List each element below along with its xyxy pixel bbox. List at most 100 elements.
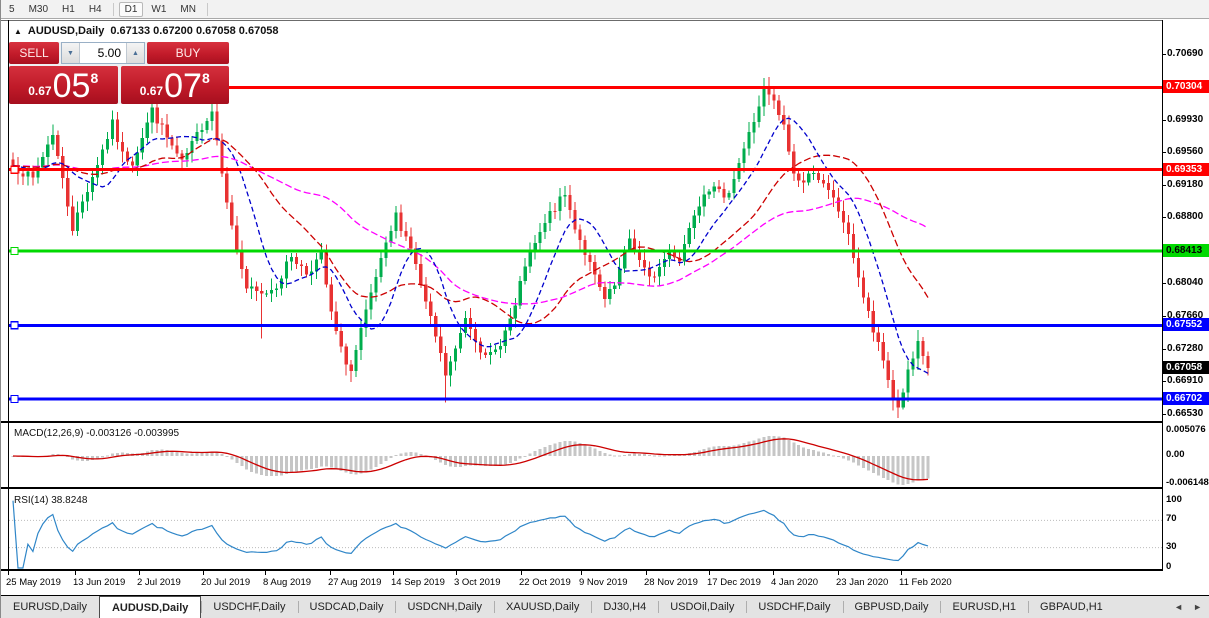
date-axis-label: 9 Nov 2019	[579, 577, 628, 588]
date-axis-label: 2 Jul 2019	[137, 577, 181, 588]
date-axis-label: 23 Jan 2020	[836, 577, 889, 588]
chart-symbol-label: AUDUSD,Daily	[27, 25, 105, 37]
date-tick	[265, 571, 266, 575]
axis-tick	[1162, 54, 1166, 55]
chart-tab-usdcad-daily[interactable]: USDCAD,Daily	[297, 596, 396, 618]
date-axis[interactable]: 25 May 2019 13 Jun 2019 2 Jul 2019 20 Ju…	[1, 571, 1162, 595]
date-tick	[838, 571, 839, 575]
chart-tab-eurusd-h1[interactable]: EURUSD,H1	[940, 596, 1028, 618]
date-axis-label: 28 Nov 2019	[644, 577, 698, 588]
volume-spinner: ▼ 5.00 ▲	[61, 42, 145, 64]
price-axis-label: 0.66910	[1167, 375, 1204, 386]
date-tick	[393, 571, 394, 575]
chart-tab-usdchf-daily[interactable]: USDCHF,Daily	[746, 596, 842, 618]
date-tick	[646, 571, 647, 575]
axis-tick	[1162, 349, 1166, 350]
chart-tab-gbpaud-h1[interactable]: GBPAUD,H1	[1028, 596, 1115, 618]
axis-tick	[1162, 185, 1166, 186]
trading-terminal-window: 5 M30 H1 H4 D1 W1 MN ▲ AUDUSD,Daily 0.67133 0.…	[0, 0, 1209, 618]
collapse-triangle-icon[interactable]: ▲	[14, 27, 22, 36]
line-handle[interactable]	[10, 321, 19, 330]
price-axis-label: 0.68800	[1167, 211, 1204, 222]
toolbar-separator	[206, 2, 208, 16]
price-axis[interactable]: 0.70690 0.69930 0.69560 0.69180 0.68800 …	[1162, 20, 1209, 571]
tab-navigation: ◄ ►	[1166, 596, 1209, 618]
price-axis-label: 0.69560	[1167, 146, 1204, 157]
chart-tab-eurusd-daily[interactable]: EURUSD,Daily	[1, 596, 99, 618]
axis-tick	[1162, 283, 1166, 284]
timeframe-button-w1[interactable]: W1	[145, 2, 172, 17]
chart-tab-usdchf-daily[interactable]: USDCHF,Daily	[201, 596, 297, 618]
support-line-price-label: 0.66702	[1163, 392, 1209, 405]
price-axis-label: 0.70690	[1167, 48, 1204, 59]
one-click-trading-panel: SELL ▼ 5.00 ▲ BUY 0.67 05 8 0.67 07 8	[9, 42, 229, 104]
chart-tab-usdoil-daily[interactable]: USDOil,Daily	[658, 596, 746, 618]
chart-tab-usdcnh-daily[interactable]: USDCNH,Daily	[395, 596, 494, 618]
macd-indicator-panel[interactable]	[9, 425, 1162, 487]
indicator-axis-label: 0.00	[1166, 449, 1185, 460]
chart-tab-gbpusd-daily[interactable]: GBPUSD,Daily	[842, 596, 941, 618]
date-tick	[581, 571, 582, 575]
date-axis-label: 25 May 2019	[6, 577, 61, 588]
line-handle[interactable]	[10, 246, 19, 256]
support-line-price-label: 0.67552	[1163, 318, 1209, 331]
line-handle[interactable]	[10, 165, 19, 174]
rsi-label: RSI(14) 38.8248	[14, 495, 88, 506]
date-axis-label: 20 Jul 2019	[201, 577, 251, 588]
timeframe-button-d1[interactable]: D1	[118, 1, 144, 17]
rsi-indicator-panel[interactable]	[9, 489, 1162, 569]
indicator-axis-label: 0.005076	[1166, 424, 1206, 435]
axis-tick	[1162, 217, 1166, 218]
volume-increase-icon[interactable]: ▲	[126, 43, 144, 63]
date-tick	[773, 571, 774, 575]
date-axis-label: 3 Oct 2019	[454, 577, 501, 588]
buy-button[interactable]: BUY	[147, 42, 229, 64]
volume-decrease-icon[interactable]: ▼	[62, 43, 80, 63]
chart-tab-xauusd-daily[interactable]: XAUUSD,Daily	[494, 596, 591, 618]
indicator-axis-label: -0.006148	[1166, 477, 1209, 488]
bid-price-button[interactable]: 0.67 05 8	[9, 66, 118, 104]
date-tick	[203, 571, 204, 575]
support-line-price-label: 0.68413	[1163, 244, 1209, 257]
moving-average-24[interactable]	[12, 137, 929, 325]
date-tick	[330, 571, 331, 575]
price-axis-label: 0.67280	[1167, 343, 1204, 354]
date-axis-label: 4 Jan 2020	[771, 577, 819, 588]
ask-price-prefix: 0.67	[139, 84, 164, 98]
axis-tick	[1162, 152, 1166, 153]
date-axis-label: 14 Sep 2019	[391, 577, 445, 588]
main-panel-divider[interactable]	[1, 421, 1163, 423]
bid-price-big-digits: 05	[52, 67, 91, 105]
axis-tick	[1162, 414, 1166, 415]
chart-ohlc-values: 0.67133 0.67200 0.67058 0.67058	[110, 25, 279, 37]
timeframe-button-h1[interactable]: H1	[56, 2, 81, 17]
date-tick	[901, 571, 902, 575]
date-axis-label: 27 Aug 2019	[328, 577, 382, 588]
rsi-line	[12, 500, 929, 569]
ask-price-button[interactable]: 0.67 07 8	[120, 66, 229, 104]
price-axis-label: 0.66530	[1167, 408, 1204, 419]
chart-tab-dj30-h4[interactable]: DJ30,H4	[591, 596, 658, 618]
timeframe-button-h4[interactable]: H4	[83, 2, 108, 17]
price-axis-label: 0.69180	[1167, 179, 1204, 190]
toolbar-separator	[112, 2, 114, 16]
line-handle[interactable]	[10, 394, 19, 404]
date-tick	[456, 571, 457, 575]
timeframe-button-mn[interactable]: MN	[174, 2, 202, 17]
timeframe-button-5[interactable]: 5	[3, 2, 21, 17]
date-axis-label: 13 Jun 2019	[73, 577, 126, 588]
moving-average-48[interactable]	[12, 155, 929, 305]
tab-scroll-right-icon[interactable]: ►	[1193, 602, 1202, 612]
date-axis-label: 17 Dec 2019	[707, 577, 761, 588]
date-axis-label: 11 Feb 2020	[899, 577, 952, 588]
tab-scroll-left-icon[interactable]: ◄	[1174, 602, 1183, 612]
bid-price-pipette: 8	[90, 70, 99, 86]
timeframe-toolbar: 5 M30 H1 H4 D1 W1 MN	[1, 0, 1209, 19]
price-axis-label: 0.68040	[1167, 277, 1204, 288]
date-tick	[709, 571, 710, 575]
volume-input[interactable]: 5.00	[80, 43, 126, 63]
timeframe-button-m30[interactable]: M30	[23, 2, 54, 17]
axis-tick	[1162, 381, 1166, 382]
sell-button[interactable]: SELL	[9, 42, 59, 64]
chart-tab-audusd-daily[interactable]: AUDUSD,Daily	[98, 596, 202, 618]
